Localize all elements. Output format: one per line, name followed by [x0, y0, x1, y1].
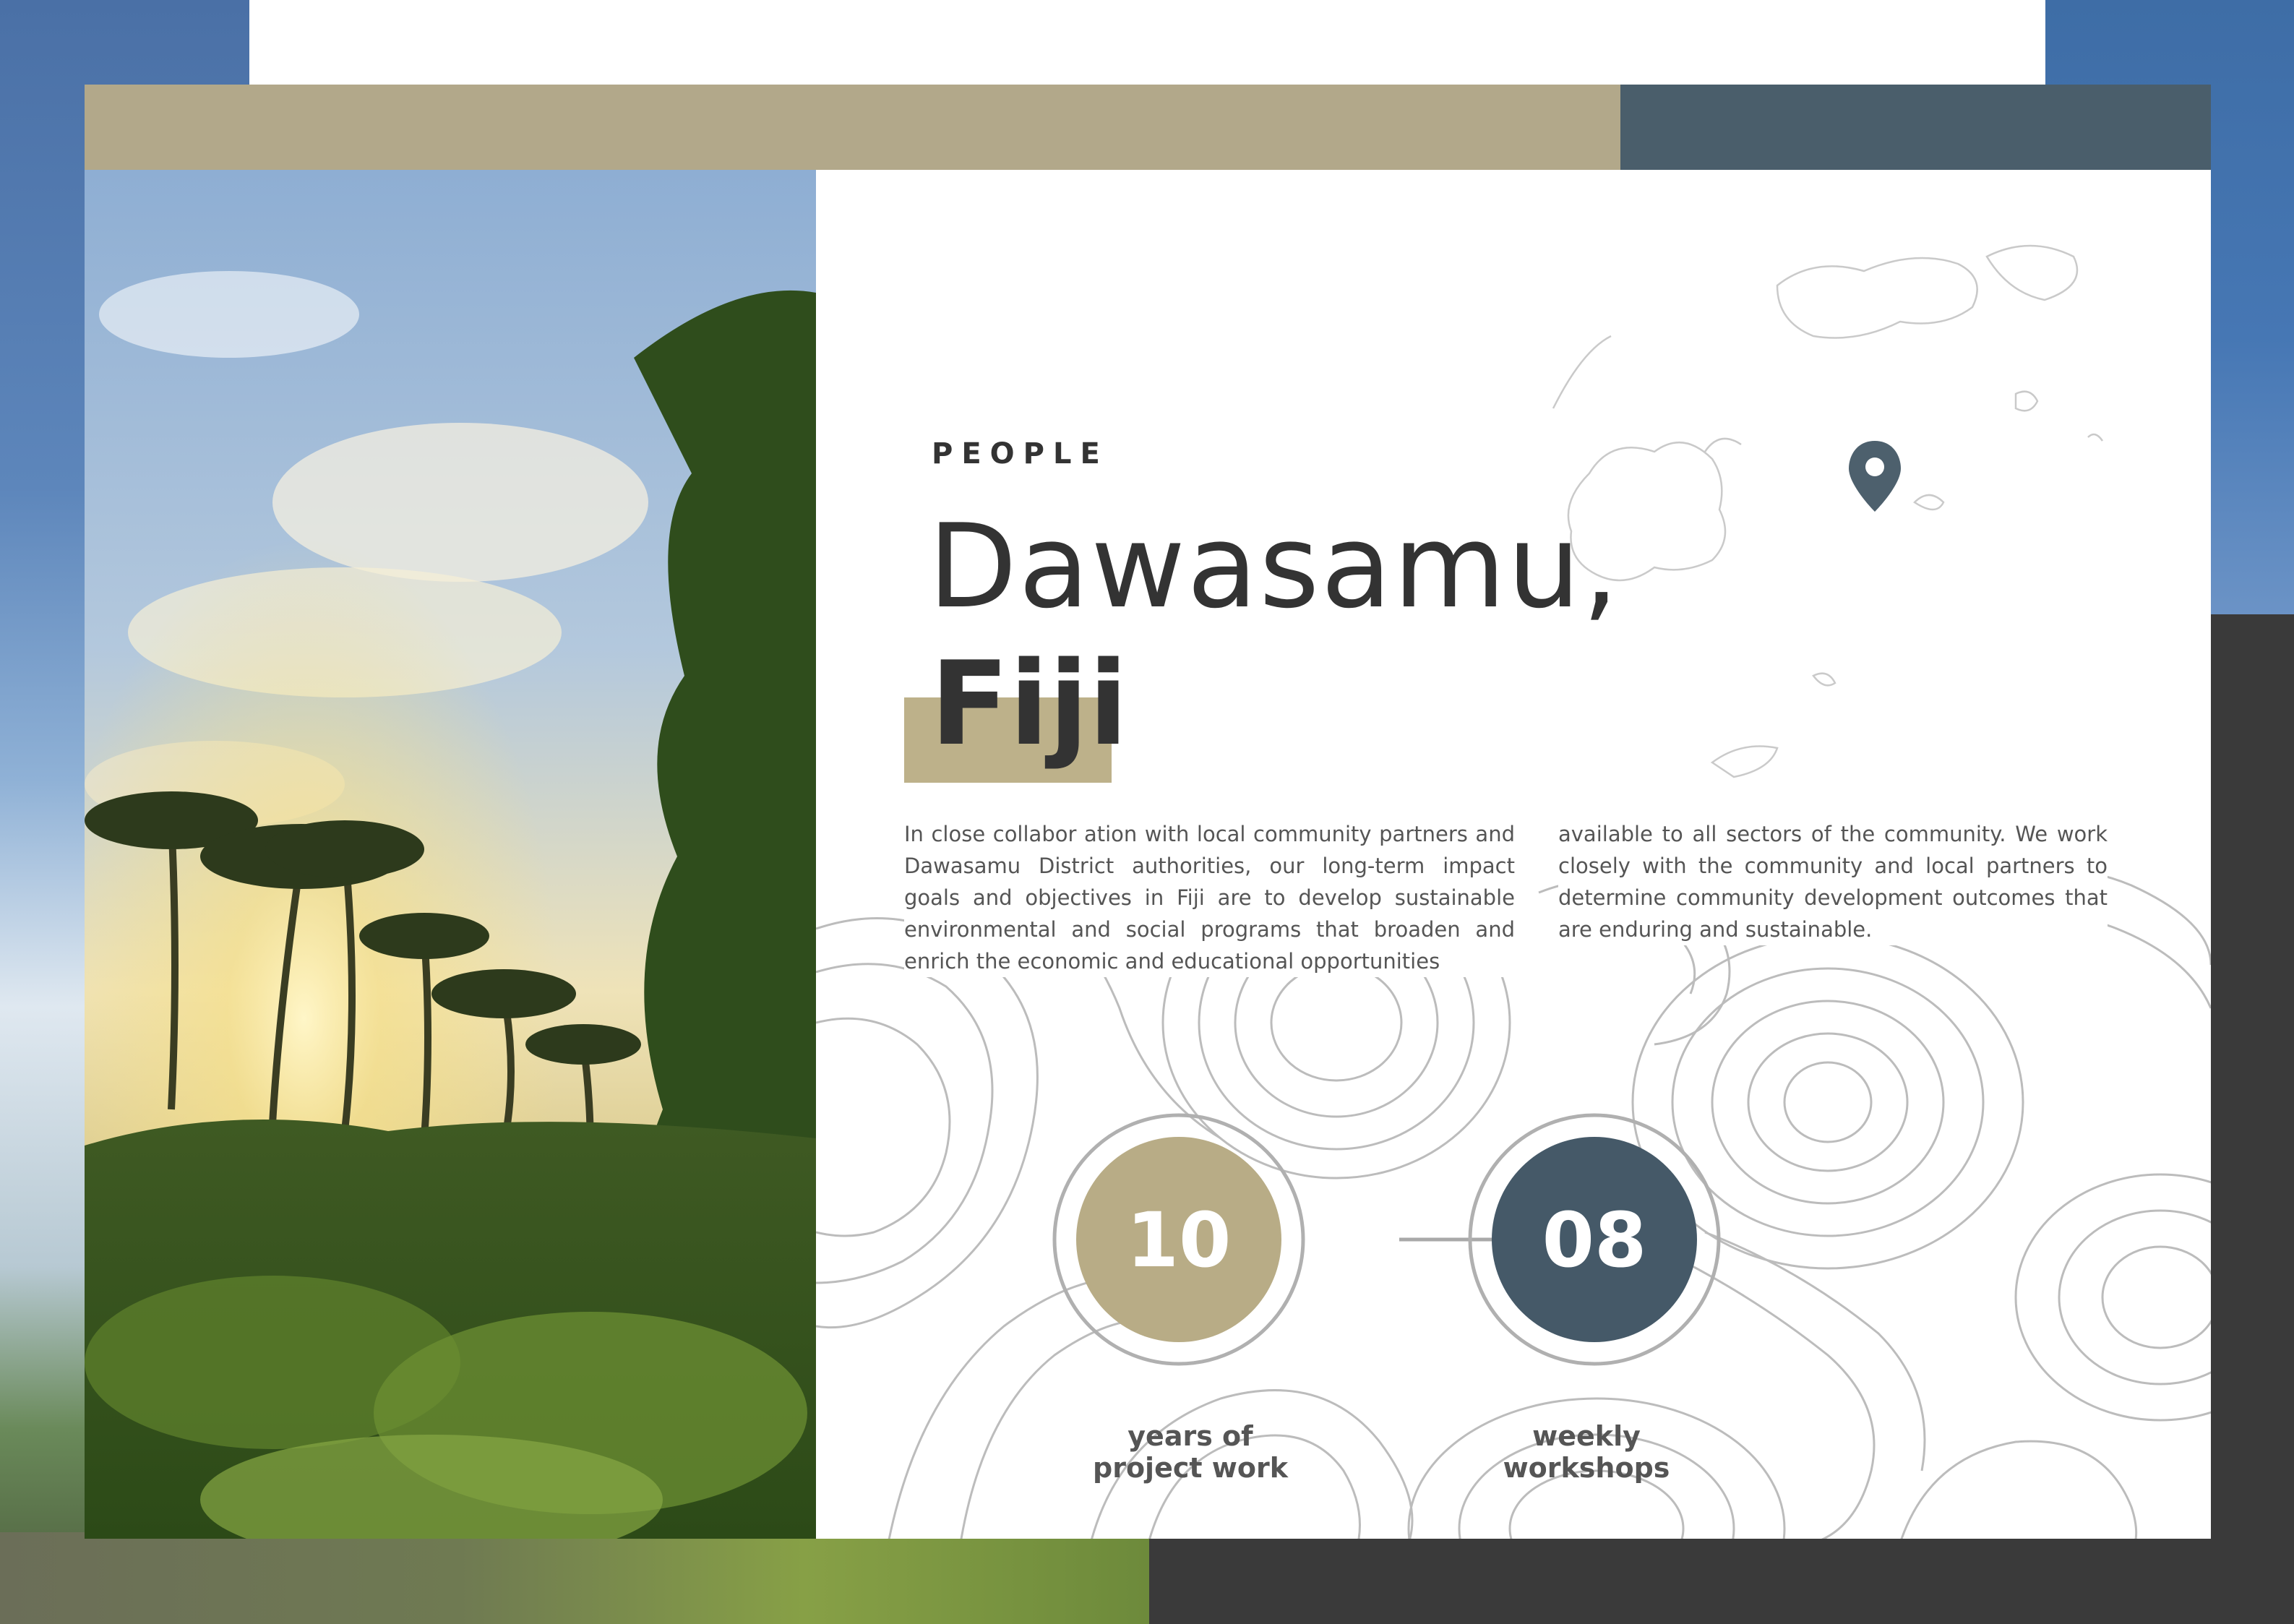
stat-label-years: years of project work — [1046, 1420, 1335, 1484]
stat-label-years-line1: years of — [1127, 1420, 1253, 1452]
stat-label-workshops-line1: weekly — [1532, 1420, 1641, 1452]
stat-value-workshops: 08 — [1542, 1196, 1647, 1284]
stat-label-workshops-line2: workshops — [1503, 1452, 1670, 1484]
palm-sunset-image — [85, 170, 816, 1539]
background-dark-bottom — [1149, 1532, 2294, 1624]
landscape-photo — [85, 170, 816, 1539]
body-paragraph-left: In close collabor ation with local commu… — [904, 818, 1515, 977]
location-pin-icon — [1849, 441, 1901, 512]
page-title-country: Fiji — [930, 636, 1128, 771]
brochure-card: 10 08 PEOPLE Dawasamu, Fiji In close col… — [85, 85, 2211, 1539]
header-bar-tan — [85, 85, 1620, 170]
stat-label-years-line2: project work — [1093, 1452, 1288, 1484]
page-title-place: Dawasamu, — [928, 499, 1620, 634]
section-label: PEOPLE — [932, 437, 1109, 471]
stat-label-workshops: weekly workshops — [1442, 1420, 1731, 1484]
background-ground-strip — [0, 1532, 1149, 1624]
content-panel: 10 08 PEOPLE Dawasamu, Fiji In close col… — [816, 170, 2211, 1539]
fiji-map-outline — [1552, 244, 2104, 778]
body-paragraph-right: available to all sectors of the communit… — [1558, 818, 2108, 945]
background-top-panel — [249, 0, 2045, 87]
header-bar-slate — [1620, 85, 2211, 170]
stat-value-years: 10 — [1127, 1196, 1232, 1284]
